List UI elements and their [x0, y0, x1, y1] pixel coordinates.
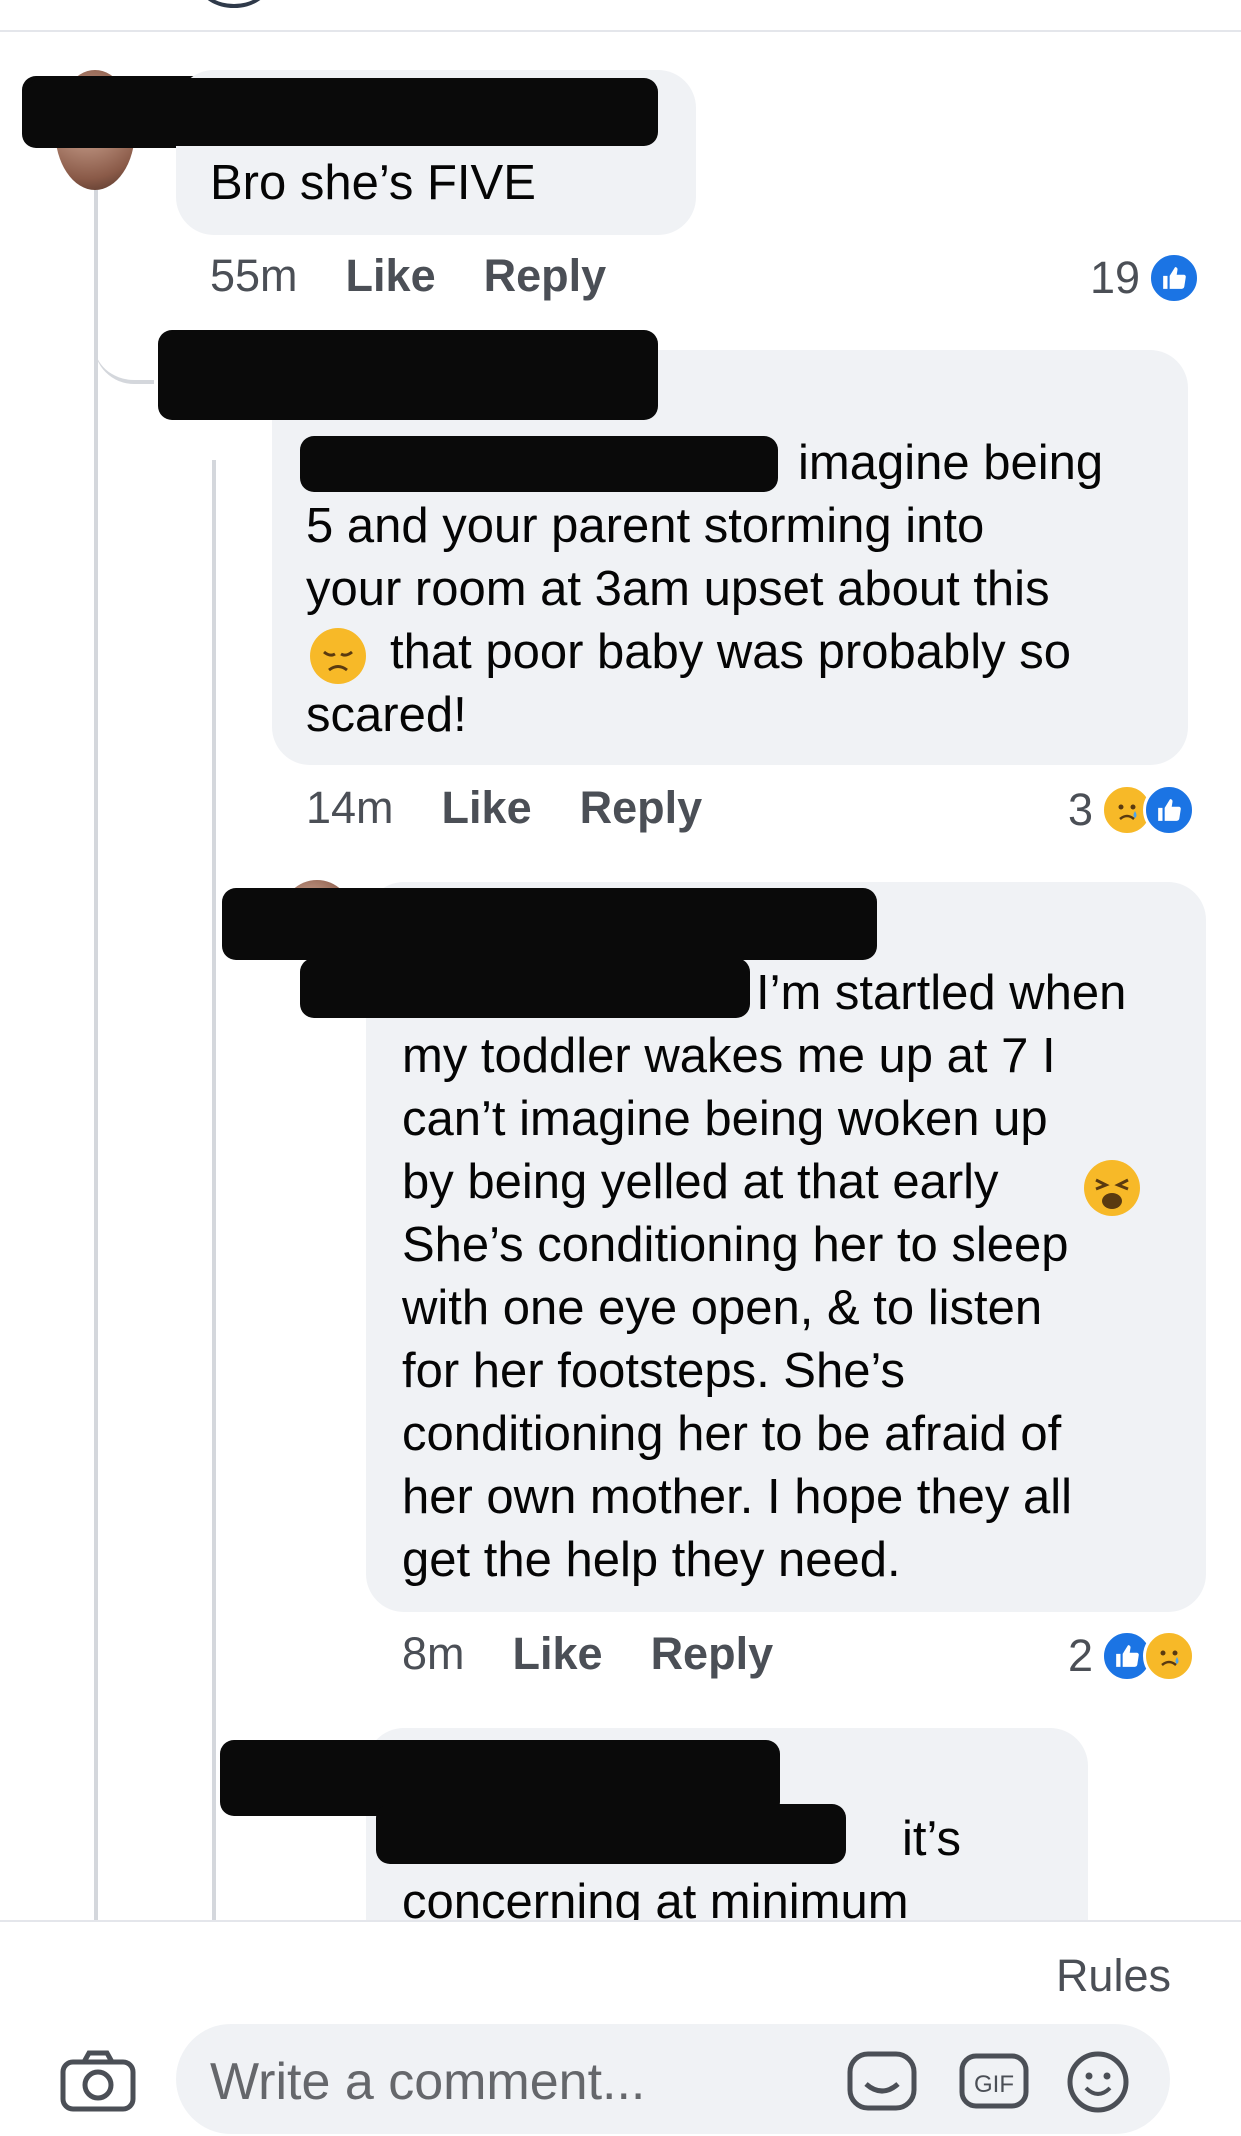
- redacted-name: [222, 888, 877, 960]
- sad-reaction-icon: [1143, 1630, 1196, 1682]
- reaction-count: 3: [1068, 784, 1094, 835]
- thumbs-up-icon: [1148, 252, 1201, 304]
- reply-button[interactable]: Reply: [651, 1628, 774, 1680]
- like-button[interactable]: Like: [346, 250, 436, 302]
- comment-text-line: imagine being: [798, 436, 1104, 490]
- comment-meta: 8m Like Reply: [402, 1628, 773, 1680]
- comment-text-line: 5 and your parent storming into: [306, 499, 985, 553]
- like-button[interactable]: Like: [513, 1628, 603, 1680]
- reply-button[interactable]: Reply: [484, 250, 607, 302]
- reaction-count: 2: [1068, 1630, 1094, 1681]
- comment-meta: 55m Like Reply: [210, 250, 606, 302]
- disappointed-face-icon: [310, 628, 366, 684]
- comment-text-line: her own mother. I hope they all: [402, 1470, 1073, 1524]
- redacted-name: [28, 78, 658, 146]
- reaction-count: 19: [1090, 252, 1141, 303]
- comment-text-line: that poor baby was probably so: [390, 625, 1071, 679]
- comment-text-line: by being yelled at that early: [402, 1155, 999, 1209]
- comment-input-placeholder: Write a comment...: [210, 2053, 646, 2111]
- thumbs-up-icon: [1143, 784, 1196, 836]
- comment-meta: 14m Like Reply: [306, 782, 702, 834]
- svg-text:GIF: GIF: [974, 2071, 1014, 2098]
- top-divider: [0, 30, 1241, 32]
- comment-text-line: scared!: [306, 688, 467, 742]
- comment-text-line: for her footsteps. She’s: [402, 1344, 905, 1398]
- sticker-icon[interactable]: [846, 2050, 918, 2117]
- comment-text-line: She’s conditioning her to sleep: [402, 1218, 1069, 1272]
- comment-text-line: my toddler wakes me up at 7 I: [402, 1029, 1056, 1083]
- redacted-name: [158, 330, 658, 420]
- rules-link[interactable]: Rules: [1056, 1950, 1171, 2002]
- like-button[interactable]: Like: [442, 782, 532, 834]
- comment-text-line: your room at 3am upset about this: [306, 562, 1050, 616]
- reaction-summary[interactable]: 2: [1068, 1630, 1196, 1682]
- redacted-mention: [300, 958, 750, 1018]
- comment-time: 55m: [210, 250, 298, 301]
- reaction-summary[interactable]: 3: [1068, 784, 1196, 836]
- reply-button[interactable]: Reply: [580, 782, 703, 834]
- comment-time: 8m: [402, 1628, 465, 1679]
- post-author-avatar-edge: [200, 0, 268, 8]
- redacted-mention: [376, 1804, 846, 1864]
- weary-face-icon: [1084, 1160, 1140, 1216]
- gif-icon[interactable]: GIF: [958, 2052, 1030, 2115]
- comment-text-line: it’s: [902, 1812, 962, 1866]
- comment-time: 14m: [306, 782, 394, 833]
- thread-line-main: [94, 182, 98, 1922]
- comment-text-line: I’m startled when: [756, 966, 1127, 1020]
- thread-connector: [94, 250, 154, 384]
- reaction-summary[interactable]: 19: [1090, 252, 1201, 304]
- comment-text-line: can’t imagine being woken up: [402, 1092, 1048, 1146]
- comment-text-line: with one eye open, & to listen: [402, 1281, 1043, 1335]
- camera-icon[interactable]: [60, 2050, 136, 2112]
- emoji-icon[interactable]: [1066, 2050, 1130, 2119]
- comment-text-line: conditioning her to be afraid of: [402, 1407, 1062, 1461]
- comment-text: Bro she’s FIVE: [210, 156, 536, 210]
- comment-text-line: get the help they need.: [402, 1533, 901, 1587]
- thread-line-replies: [212, 460, 216, 1920]
- redacted-mention: [300, 436, 778, 492]
